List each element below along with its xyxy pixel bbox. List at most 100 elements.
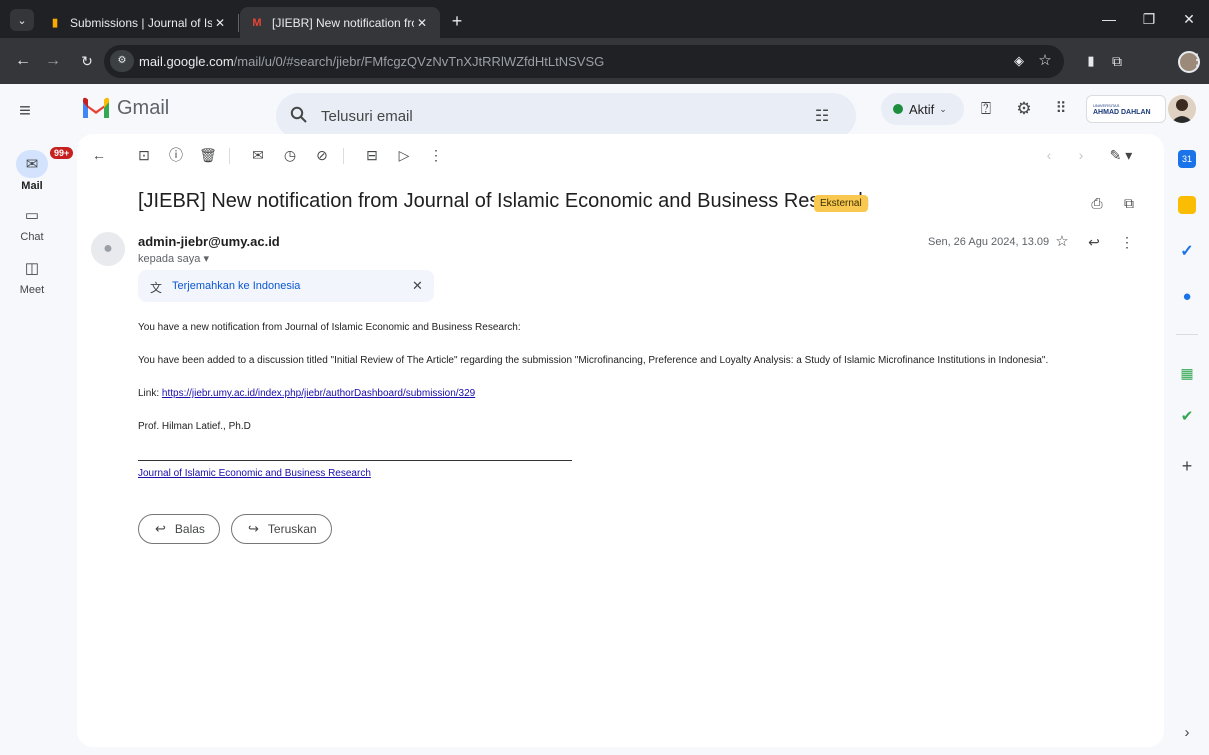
extensions-icon[interactable]: ⧉ <box>1106 50 1128 72</box>
gmail-logo-text: Gmail <box>117 96 170 119</box>
report-spam-icon[interactable]: ⓘ <box>165 144 187 166</box>
translate-link[interactable]: Terjemahkan ke Indonesia <box>172 280 300 292</box>
gmail-m-icon <box>81 96 111 120</box>
delete-icon[interactable]: 🗑 <box>197 144 219 166</box>
calendar-icon[interactable]: 31 <box>1178 150 1196 168</box>
email-subject: [JIEBR] New notification from Journal of… <box>138 190 870 212</box>
status-selector[interactable]: Aktif ⌄ <box>881 93 964 125</box>
gmail-logo[interactable]: Gmail <box>81 96 169 120</box>
forward-label: Teruskan <box>267 522 317 536</box>
tracking-eye-icon[interactable]: ◈ <box>1008 50 1030 72</box>
print-icon[interactable]: ⎙ <box>1086 192 1108 214</box>
forward-icon: ↪ <box>248 521 259 536</box>
rail-meet[interactable]: ◫ Meet <box>6 254 58 296</box>
open-new-window-icon[interactable]: ⧉ <box>1118 192 1140 214</box>
org-label-name: AHMAD DAHLAN <box>1093 109 1151 116</box>
rail-mail[interactable]: ✉ 99+ Mail <box>6 146 75 192</box>
move-to-icon[interactable]: ⊟ <box>361 144 383 166</box>
more-options-icon[interactable]: ⋮ <box>1116 231 1138 253</box>
expand-panel-icon[interactable]: › <box>1176 722 1198 744</box>
rail-meet-label: Meet <box>19 284 45 296</box>
mail-icon: ✉ 99+ <box>16 146 75 178</box>
chevron-down-icon: ▾ <box>203 253 209 265</box>
tab-close-icon[interactable]: ✕ <box>212 16 228 30</box>
recipient-details[interactable]: kepada saya ▾ <box>138 252 209 265</box>
tab-jiebr-notification[interactable]: M [JIEBR] New notification from Jo ✕ <box>240 7 440 38</box>
snooze-icon[interactable]: ◷ <box>279 144 301 166</box>
more-actions-icon[interactable]: ⋮ <box>425 144 447 166</box>
body-signer: Prof. Hilman Latief., Ph.D <box>138 421 251 432</box>
url-text[interactable]: mail.google.com/mail/u/0/#search/jiebr/F… <box>139 54 604 69</box>
rail-chat[interactable]: ▭ Chat <box>6 201 58 243</box>
signature-divider <box>138 460 572 461</box>
gmail-app: ≡ Gmail Telusuri email ☷ Aktif ⌄ ⍰ ⚙ ⠿ U… <box>0 84 1209 755</box>
archive-icon[interactable]: ⊡ <box>133 144 155 166</box>
tasks-icon[interactable]: ✓ <box>1176 241 1198 263</box>
external-badge[interactable]: Eksternal <box>814 195 868 212</box>
account-avatar[interactable] <box>1168 95 1196 123</box>
reload-icon[interactable]: ↻ <box>76 50 98 72</box>
contacts-icon[interactable]: ● <box>1176 286 1198 308</box>
email-date: Sen, 26 Agu 2024, 13.09 <box>928 236 1050 248</box>
reply-button[interactable]: ↩ Balas <box>138 514 220 544</box>
close-icon[interactable]: ✕ <box>412 278 423 294</box>
star-icon[interactable]: ☆ <box>1051 231 1073 253</box>
search-icon[interactable] <box>290 106 310 126</box>
main-menu-icon[interactable]: ≡ <box>13 100 37 124</box>
input-tools-icon[interactable]: ✎ ▾ <box>1103 144 1139 166</box>
forward-icon[interactable]: → <box>42 50 64 72</box>
back-icon[interactable]: ← <box>12 50 34 72</box>
journal-link[interactable]: Journal of Islamic Economic and Business… <box>138 468 371 479</box>
tab-submissions[interactable]: ▮ Submissions | Journal of Islamic ✕ <box>38 7 238 38</box>
translate-icon: 文 <box>150 281 163 295</box>
unread-badge: 99+ <box>49 146 75 160</box>
tab-close-icon[interactable]: ✕ <box>414 16 430 30</box>
toolbar-divider <box>343 148 344 164</box>
add-to-tasks-icon[interactable]: ⊘ <box>311 144 333 166</box>
email-view: ← ⊡ ⓘ 🗑 ✉ ◷ ⊘ ⊟ ▷ ⋮ ‹ › ✎ ▾ [JIEBR] New … <box>77 134 1164 747</box>
back-to-list-icon[interactable]: ← <box>88 144 110 166</box>
addon-app-icon[interactable]: ▦ <box>1176 362 1198 384</box>
forward-button[interactable]: ↪ Teruskan <box>231 514 332 544</box>
chat-icon: ▭ <box>24 207 40 224</box>
chrome-menu-icon[interactable]: ⋮ <box>1188 50 1206 72</box>
label-icon[interactable]: ▷ <box>393 144 415 166</box>
help-icon[interactable]: ⍰ <box>975 98 997 120</box>
organization-logo[interactable]: UNIVERSITAS AHMAD DAHLAN <box>1086 95 1166 123</box>
bookmark-star-icon[interactable]: ☆ <box>1034 50 1056 72</box>
addon-check-icon[interactable]: ✔ <box>1176 406 1198 428</box>
submission-link[interactable]: https://jiebr.umy.ac.id/index.php/jiebr/… <box>162 388 475 399</box>
reading-list-icon[interactable]: ▮ <box>1080 50 1102 72</box>
older-email-icon[interactable]: › <box>1070 144 1092 166</box>
search-bar[interactable]: Telusuri email ☷ <box>276 93 856 139</box>
site-info-icon[interactable]: ⚙ <box>110 50 134 72</box>
keep-icon[interactable] <box>1178 196 1196 214</box>
side-panel-divider <box>1176 334 1198 335</box>
reply-label: Balas <box>174 522 205 536</box>
tab-title: Submissions | Journal of Islamic <box>70 15 212 30</box>
tab-divider <box>238 14 239 32</box>
meet-icon: ◫ <box>24 260 40 277</box>
apps-grid-icon[interactable]: ⠿ <box>1050 98 1072 120</box>
mark-unread-icon[interactable]: ✉ <box>247 144 269 166</box>
reply-icon: ↩ <box>155 521 166 536</box>
reply-icon[interactable]: ↩ <box>1083 231 1105 253</box>
settings-gear-icon[interactable]: ⚙ <box>1013 98 1035 120</box>
newer-email-icon[interactable]: ‹ <box>1038 144 1060 166</box>
get-addons-icon[interactable]: + <box>1176 455 1198 477</box>
search-input[interactable]: Telusuri email <box>321 108 413 125</box>
new-tab-icon[interactable]: + <box>446 11 468 33</box>
search-options-icon[interactable]: ☷ <box>812 106 832 126</box>
journal-favicon-icon: ▮ <box>51 17 59 29</box>
translate-bar: 文 Terjemahkan ke Indonesia ✕ <box>138 270 434 302</box>
sender-email[interactable]: admin-jiebr@umy.ac.id <box>138 234 280 249</box>
minimize-icon[interactable]: — <box>1089 8 1129 30</box>
body-link-line: Link: https://jiebr.umy.ac.id/index.php/… <box>138 388 476 399</box>
status-dot <box>893 104 903 114</box>
window-close-icon[interactable]: ✕ <box>1169 8 1209 30</box>
tab-search-icon[interactable]: ⌄ <box>10 9 34 31</box>
restore-icon[interactable]: ❐ <box>1129 8 1169 30</box>
sender-avatar-icon: ● <box>91 232 125 266</box>
body-intro: You have a new notification from Journal… <box>138 322 521 333</box>
body-discussion: You have been added to a discussion titl… <box>138 355 1049 366</box>
